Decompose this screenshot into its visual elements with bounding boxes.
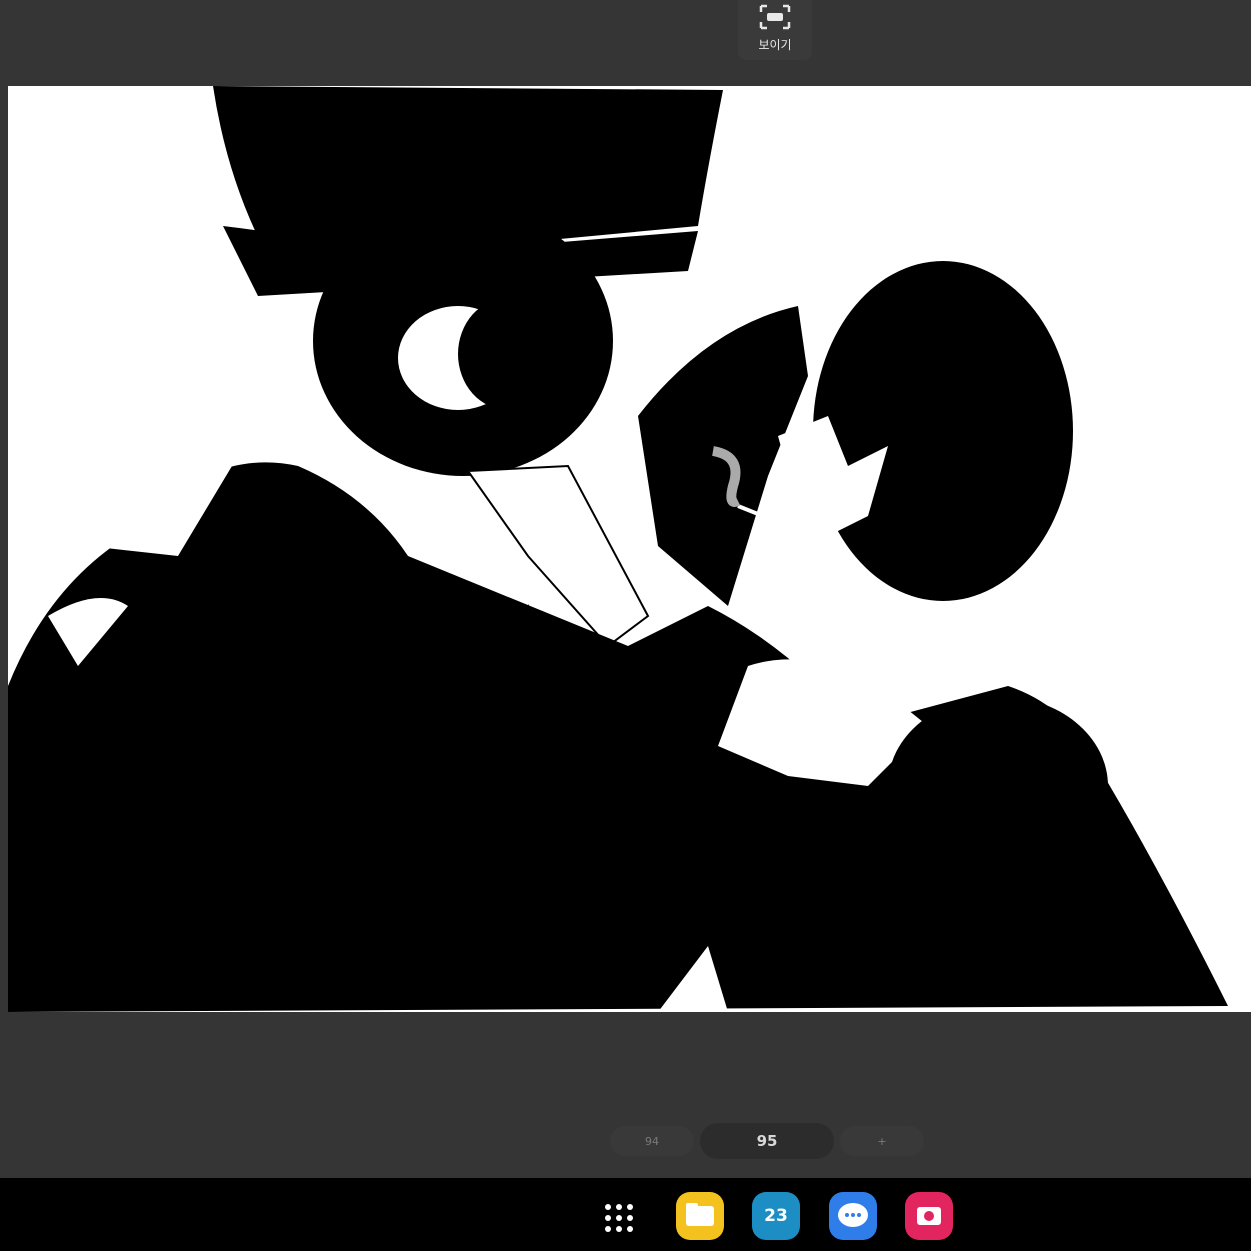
apps-grid-icon[interactable]	[605, 1204, 633, 1232]
drawing-artwork	[8, 86, 1228, 1012]
taskbar: 23	[0, 1178, 1251, 1251]
chat-glyph	[838, 1203, 868, 1227]
chat-bubble-icon[interactable]	[829, 1192, 877, 1240]
frame-prev-button[interactable]: 94	[610, 1126, 694, 1156]
camera-icon[interactable]	[905, 1192, 953, 1240]
frame-timeline: 94 95 +	[610, 1122, 940, 1160]
folder-icon[interactable]	[676, 1192, 724, 1240]
drawing-canvas[interactable]	[8, 86, 1251, 1012]
add-frame-button[interactable]: +	[840, 1126, 924, 1156]
view-label: 보이기	[758, 38, 792, 52]
fit-screen-icon	[759, 4, 791, 30]
frame-current[interactable]: 95	[700, 1123, 834, 1159]
camera-glyph	[917, 1207, 941, 1225]
calendar-icon[interactable]: 23	[752, 1192, 800, 1240]
view-button[interactable]: 보이기	[738, 0, 812, 60]
folder-glyph	[686, 1203, 714, 1226]
